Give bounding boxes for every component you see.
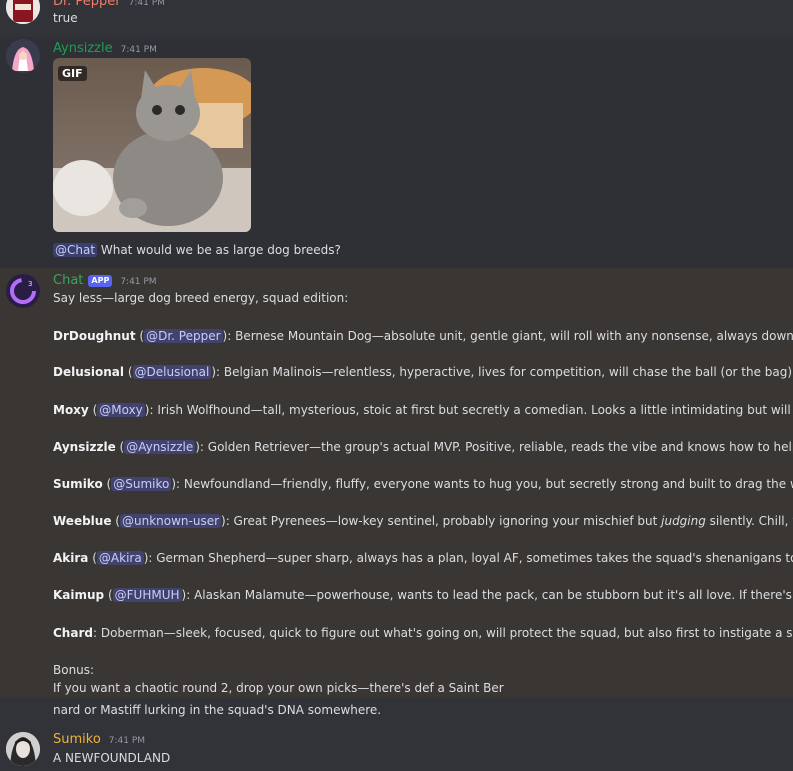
avatar-chat[interactable]: 3 <box>6 274 40 308</box>
username-chat[interactable]: Chat <box>53 273 83 288</box>
username-drpepper[interactable]: Dr. Pepper <box>53 0 121 9</box>
bonus-line-1: If you want a chaotic round 2, drop your… <box>53 681 504 695</box>
entry-aynsizzle: Aynsizzle (@Aynsizzle): Golden Retriever… <box>53 440 793 455</box>
entry-kaimup: Kaimup (@FUHMUH): Alaskan Malamute—power… <box>53 588 793 603</box>
entry-name: Chard <box>53 626 93 640</box>
entry-text: : Irish Wolfhound—tall, mysterious, stoi… <box>149 403 793 417</box>
entry-name: Delusional <box>53 365 125 379</box>
entry-text-after: silently. Chill, wise, bu <box>709 514 793 528</box>
entry-weeblue: Weeblue (@unknown-user): Great Pyrenees—… <box>53 514 793 529</box>
entry-text: : Bernese Mountain Dog—absolute unit, ge… <box>227 329 793 343</box>
entry-name: Akira <box>53 551 89 565</box>
question-text: What would we be as large dog breeds? <box>97 243 341 257</box>
message-drpepper: Dr. Pepper 7:41 PM true <box>0 0 793 37</box>
avatar-sumiko[interactable] <box>6 732 40 766</box>
svg-text:3: 3 <box>28 280 32 288</box>
avatar-aynsizzle[interactable] <box>6 39 40 73</box>
entry-text: : Alaskan Malamute—powerhouse, wants to … <box>186 588 793 602</box>
entry-text: : Great Pyrenees—low-key sentinel, proba… <box>225 514 662 528</box>
message-chat: 3 Chat APP 7:41 PM Say less—large dog br… <box>0 268 793 698</box>
entry-name: Kaimup <box>53 588 105 602</box>
mention-sumiko[interactable]: @Sumiko <box>111 477 172 491</box>
bonus-line-2: nard or Mastiff lurking in the squad's D… <box>53 703 382 717</box>
entry-name: DrDoughnut <box>53 329 136 343</box>
portrait-avatar-icon <box>6 732 40 766</box>
entry-name: Sumiko <box>53 477 103 491</box>
chat-intro: Say less—large dog breed energy, squad e… <box>53 291 349 305</box>
bonus-title: Bonus: <box>53 663 95 677</box>
entry-italic: judging <box>661 514 706 528</box>
mention-aynsizzle[interactable]: @Aynsizzle <box>124 440 196 454</box>
entry-text: : Newfoundland—friendly, fluffy, everyon… <box>176 477 793 491</box>
mention-chat[interactable]: @Chat <box>53 243 98 257</box>
mention-drpepper[interactable]: @Dr. Pepper <box>144 329 223 343</box>
entry-text: : German Shepherd—super sharp, always ha… <box>148 551 793 565</box>
timestamp-chat: 7:41 PM <box>120 277 157 287</box>
g3-logo-icon: 3 <box>6 274 40 308</box>
entry-chard: Chard: Doberman—sleek, focused, quick to… <box>53 626 793 641</box>
entry-name: Moxy <box>53 403 89 417</box>
drpepper-can-icon <box>6 0 40 24</box>
mention-akira[interactable]: @Akira <box>96 551 144 565</box>
entry-text: : Doberman—sleek, focused, quick to figu… <box>92 626 793 640</box>
entry-name: Aynsizzle <box>53 440 116 454</box>
mention-moxy[interactable]: @Moxy <box>97 403 145 417</box>
avatar-drpepper[interactable] <box>6 0 40 24</box>
message-text-sumiko: A NEWFOUNDLAND <box>53 751 171 765</box>
mention-unknown-user[interactable]: @unknown-user <box>119 514 222 528</box>
entry-text: : Belgian Malinois—relentless, hyperacti… <box>216 365 793 379</box>
entry-text: : Golden Retriever—the group's actual MV… <box>199 440 793 454</box>
cat-gif[interactable]: GIF <box>53 58 251 232</box>
message-text-aynsizzle: @Chat What would we be as large dog bree… <box>53 243 341 258</box>
entry-name: Weeblue <box>53 514 112 528</box>
mention-fuhmuh[interactable]: @FUHMUH <box>112 588 182 602</box>
entry-sumiko: Sumiko (@Sumiko): Newfoundland—friendly,… <box>53 477 793 492</box>
chat-log: Dr. Pepper 7:41 PM true Aynsizzle 7:41 P… <box>0 0 793 771</box>
app-badge: APP <box>88 275 113 287</box>
message-sumiko: Sumiko 7:41 PM A NEWFOUNDLAND <box>0 730 793 771</box>
entry-akira: Akira (@Akira): German Shepherd—super sh… <box>53 551 793 566</box>
message-text-drpepper: true <box>53 11 78 25</box>
gif-badge: GIF <box>58 66 87 81</box>
entry-moxy: Moxy (@Moxy): Irish Wolfhound—tall, myst… <box>53 403 793 418</box>
mention-delusional[interactable]: @Delusional <box>132 365 212 379</box>
timestamp-aynsizzle: 7:41 PM <box>120 45 157 55</box>
timestamp-sumiko: 7:41 PM <box>108 736 146 746</box>
entry-drdoughnut: DrDoughnut (@Dr. Pepper): Bernese Mounta… <box>53 329 793 344</box>
cat-gif-image <box>53 58 251 232</box>
username-aynsizzle[interactable]: Aynsizzle <box>53 41 113 56</box>
entry-delusional: Delusional (@Delusional): Belgian Malino… <box>53 365 793 380</box>
anime-avatar-icon <box>6 39 40 73</box>
timestamp-drpepper: 7:41 PM <box>128 0 165 8</box>
message-aynsizzle: Aynsizzle 7:41 PM GIF @Chat What would w… <box>0 37 793 268</box>
username-sumiko[interactable]: Sumiko <box>53 732 101 747</box>
